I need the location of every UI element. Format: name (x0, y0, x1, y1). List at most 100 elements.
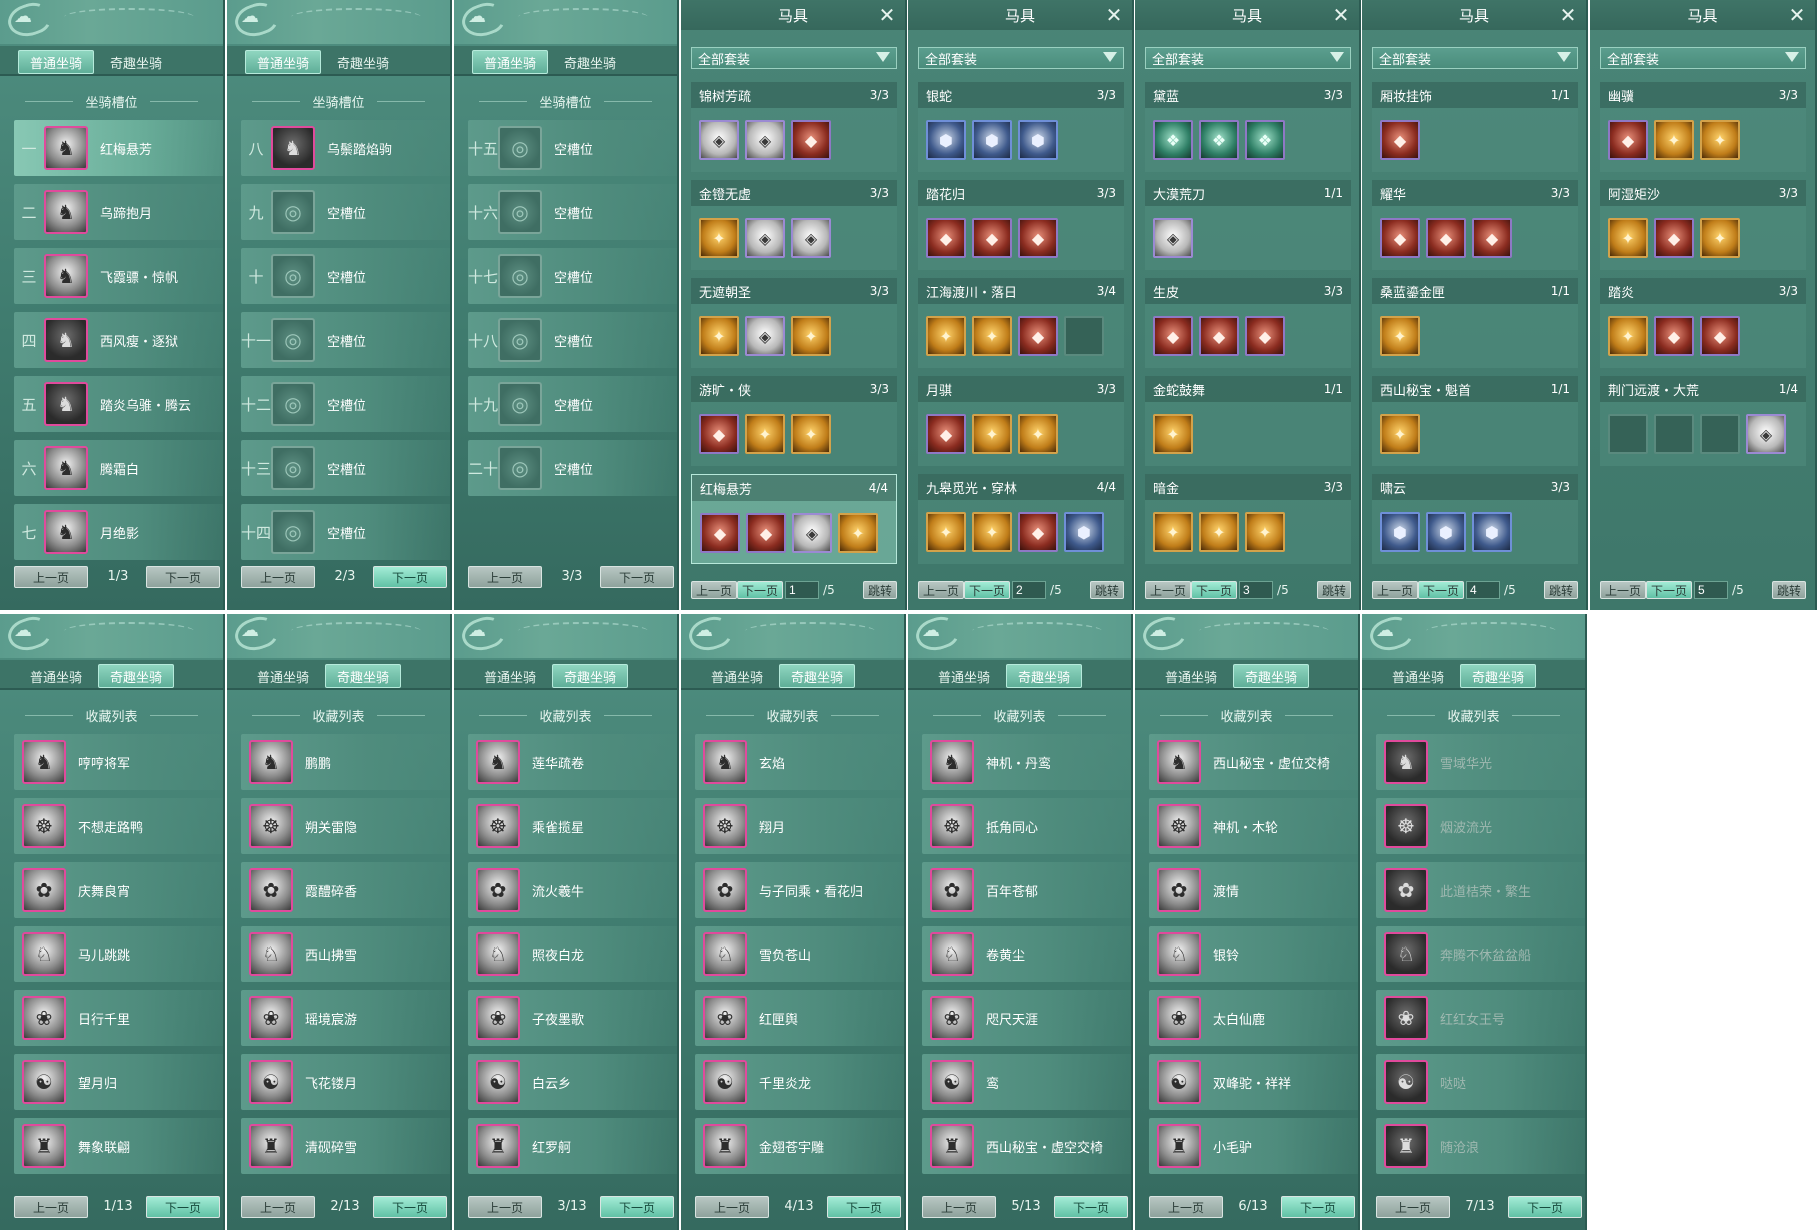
next-page-button[interactable]: 下一页 (1646, 581, 1693, 599)
collection-row[interactable]: ☯ 双峰驼・祥祥 (1149, 1054, 1358, 1110)
collection-row[interactable]: ♜ 随沧浪 (1376, 1118, 1585, 1174)
mount-slot-row[interactable]: 八 ♞ 乌鬃踏焰驹 (241, 120, 450, 176)
collection-row[interactable]: ❀ 咫尺天涯 (922, 990, 1131, 1046)
gear-item-icon[interactable]: ✦ (972, 316, 1012, 356)
page-number-input[interactable] (1012, 581, 1047, 599)
next-page-button[interactable]: 下一页 (827, 1196, 901, 1218)
collection-row[interactable]: ♞ 玄焰 (695, 734, 904, 790)
prev-page-button[interactable]: 上一页 (918, 581, 965, 599)
collection-row[interactable]: ♘ 马儿跳跳 (14, 926, 223, 982)
mount-slot-row[interactable]: 十四 ◎ 空槽位 (241, 504, 450, 560)
gear-item-icon[interactable]: ◈ (745, 120, 785, 160)
gear-item-icon[interactable]: ◆ (972, 218, 1012, 258)
prev-page-button[interactable]: 上一页 (1600, 581, 1647, 599)
gear-set-card[interactable]: 银蛇 3/3 ⬢ ⬢ ⬢ (918, 82, 1124, 172)
gear-set-card[interactable]: 九皋觅光・穿林 4/4 ✦ ✦ ◆ ⬢ (918, 474, 1124, 564)
gear-item-icon[interactable]: ✦ (791, 414, 831, 454)
gear-set-card[interactable]: 黛蓝 3/3 ❖ ❖ ❖ (1145, 82, 1351, 172)
gear-set-card[interactable]: 踏炎 3/3 ✦ ◆ ◆ (1600, 278, 1806, 368)
gear-set-card[interactable]: 桑蓝鎏金匣 1/1 ✦ (1372, 278, 1578, 368)
gear-item-icon[interactable]: ✦ (1700, 218, 1740, 258)
prev-page-button[interactable]: 上一页 (1145, 581, 1192, 599)
gear-item-icon[interactable]: ✦ (1380, 414, 1420, 454)
gear-item-icon[interactable]: ◈ (699, 120, 739, 160)
mount-slot-row[interactable]: 十六 ◎ 空槽位 (468, 184, 677, 240)
jump-button[interactable]: 跳转 (1316, 581, 1351, 599)
prev-page-button[interactable]: 上一页 (695, 1196, 769, 1218)
gear-item-icon[interactable]: ◈ (745, 218, 785, 258)
tab-normal-mount[interactable]: 普通坐骑 (926, 664, 1002, 688)
prev-page-button[interactable]: 上一页 (14, 1196, 88, 1218)
prev-page-button[interactable]: 上一页 (1372, 581, 1419, 599)
gear-item-icon[interactable]: ✦ (1199, 512, 1239, 552)
gear-item-icon[interactable]: ✦ (972, 414, 1012, 454)
next-page-button[interactable]: 下一页 (373, 1196, 447, 1218)
collection-row[interactable]: ❀ 瑶境宸游 (241, 990, 450, 1046)
chevron-down-icon[interactable] (876, 52, 890, 62)
set-filter-dropdown[interactable]: 全部套装 (1600, 47, 1806, 69)
gear-item-icon[interactable]: ◆ (1654, 316, 1694, 356)
mount-slot-row[interactable]: 十九 ◎ 空槽位 (468, 376, 677, 432)
page-number-input[interactable] (1239, 581, 1274, 599)
collection-row[interactable]: ♜ 红罗舸 (468, 1118, 677, 1174)
gear-item-icon[interactable]: ⬢ (1018, 120, 1058, 160)
jump-button[interactable]: 跳转 (1543, 581, 1578, 599)
prev-page-button[interactable]: 上一页 (468, 566, 542, 588)
tab-fun-mount[interactable]: 奇趣坐骑 (1233, 664, 1309, 688)
gear-item-icon[interactable]: ✦ (926, 316, 966, 356)
gear-item-icon[interactable]: ◆ (926, 218, 966, 258)
collection-row[interactable]: ♜ 金翅苍宇雕 (695, 1118, 904, 1174)
gear-set-card[interactable]: 大漠荒刀 1/1 ◈ (1145, 180, 1351, 270)
tab-normal-mount[interactable]: 普通坐骑 (699, 664, 775, 688)
collection-row[interactable]: ☯ 飞花镂月 (241, 1054, 450, 1110)
gear-item-icon[interactable]: ◆ (1245, 316, 1285, 356)
gear-item-icon[interactable]: ◆ (1380, 120, 1420, 160)
collection-row[interactable]: ☸ 神机・木轮 (1149, 798, 1358, 854)
tab-fun-mount[interactable]: 奇趣坐骑 (1460, 664, 1536, 688)
collection-row[interactable]: ☸ 翔月 (695, 798, 904, 854)
gear-set-card[interactable]: 踏花归 3/3 ◆ ◆ ◆ (918, 180, 1124, 270)
tab-normal-mount[interactable]: 普通坐骑 (245, 50, 321, 74)
collection-row[interactable]: ✿ 百年苍郁 (922, 862, 1131, 918)
gear-item-icon[interactable]: ◆ (1018, 218, 1058, 258)
gear-set-card[interactable]: 红梅悬芳 4/4 ◆ ◆ ◈ ✦ (691, 474, 897, 564)
gear-item-icon[interactable]: ✦ (838, 513, 878, 553)
next-page-button[interactable]: 下一页 (373, 566, 447, 588)
chevron-down-icon[interactable] (1103, 52, 1117, 62)
tab-normal-mount[interactable]: 普通坐骑 (1153, 664, 1229, 688)
collection-row[interactable]: ♞ 西山秘宝・虚位交椅 (1149, 734, 1358, 790)
mount-slot-row[interactable]: 十二 ◎ 空槽位 (241, 376, 450, 432)
next-page-button[interactable]: 下一页 (1508, 1196, 1582, 1218)
gear-item-icon[interactable]: ◆ (791, 120, 831, 160)
set-filter-dropdown[interactable]: 全部套装 (1372, 47, 1578, 69)
collection-row[interactable]: ✿ 渡情 (1149, 862, 1358, 918)
next-page-button[interactable]: 下一页 (737, 581, 784, 599)
collection-row[interactable]: ♘ 西山拂雪 (241, 926, 450, 982)
jump-button[interactable]: 跳转 (1771, 581, 1806, 599)
gear-item-icon[interactable]: ◆ (1380, 218, 1420, 258)
collection-row[interactable]: ♘ 卷黄尘 (922, 926, 1131, 982)
tab-fun-mount[interactable]: 奇趣坐骑 (98, 664, 174, 688)
gear-item-icon[interactable]: ✦ (745, 414, 785, 454)
tab-normal-mount[interactable]: 普通坐骑 (245, 664, 321, 688)
gear-item-icon[interactable]: ◆ (1700, 316, 1740, 356)
collection-row[interactable]: ❀ 日行千里 (14, 990, 223, 1046)
gear-item-icon[interactable]: ◈ (745, 316, 785, 356)
gear-item-icon[interactable]: ◆ (1472, 218, 1512, 258)
gear-item-icon[interactable]: ✦ (1245, 512, 1285, 552)
gear-item-icon[interactable]: ⬢ (1380, 512, 1420, 552)
collection-row[interactable]: ♞ 神机・丹鸾 (922, 734, 1131, 790)
collection-row[interactable]: ♜ 小毛驴 (1149, 1118, 1358, 1174)
collection-row[interactable]: ✿ 此道桔荣・繁生 (1376, 862, 1585, 918)
gear-item-icon[interactable]: ◈ (1746, 414, 1786, 454)
tab-normal-mount[interactable]: 普通坐骑 (472, 664, 548, 688)
prev-page-button[interactable]: 上一页 (468, 1196, 542, 1218)
page-number-input[interactable] (785, 581, 820, 599)
close-icon[interactable]: ✕ (877, 5, 897, 25)
collection-row[interactable]: ♘ 奔腾不休盆盆船 (1376, 926, 1585, 982)
tab-fun-mount[interactable]: 奇趣坐骑 (552, 664, 628, 688)
gear-item-icon[interactable]: ◆ (746, 513, 786, 553)
mount-slot-row[interactable]: 三 ♞ 飞霞骠・惊帆 (14, 248, 223, 304)
gear-item-icon[interactable]: ◈ (792, 513, 832, 553)
set-filter-dropdown[interactable]: 全部套装 (918, 47, 1124, 69)
